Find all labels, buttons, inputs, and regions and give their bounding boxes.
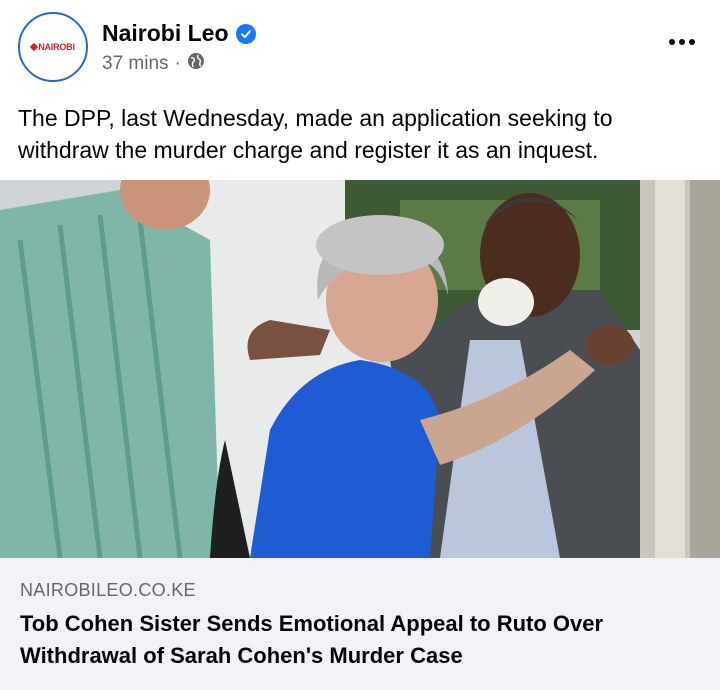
link-headline[interactable]: Tob Cohen Sister Sends Emotional Appeal … [20, 608, 700, 672]
more-options-button[interactable] [662, 32, 702, 52]
more-dot [679, 39, 685, 45]
page-name: Nairobi Leo [102, 20, 229, 46]
verified-badge-icon [235, 23, 256, 44]
globe-icon[interactable] [187, 52, 205, 76]
meta-separator: · [174, 53, 181, 74]
link-domain: NAIROBILEO.CO.KE [20, 580, 196, 600]
post-header: NAIROBI Nairobi Leo 37 mins · [0, 0, 720, 95]
link-preview-card[interactable]: NAIROBILEO.CO.KE Tob Cohen Sister Sends … [0, 558, 720, 690]
avatar-logo-text: NAIROBI [38, 42, 75, 52]
page-avatar[interactable]: NAIROBI [18, 12, 88, 82]
post-caption: The DPP, last Wednesday, made an applica… [18, 105, 613, 163]
post-timestamp[interactable]: 37 mins [102, 53, 169, 75]
logo-swoosh-icon [29, 42, 39, 52]
photo-illustration [0, 180, 720, 558]
more-dot [689, 39, 695, 45]
post-meta: 37 mins · [102, 52, 205, 76]
more-dot [669, 39, 675, 45]
nairobi-leo-logo: NAIROBI [29, 42, 75, 52]
page-name-link[interactable]: Nairobi Leo [102, 20, 256, 47]
post-photo[interactable] [0, 180, 720, 558]
